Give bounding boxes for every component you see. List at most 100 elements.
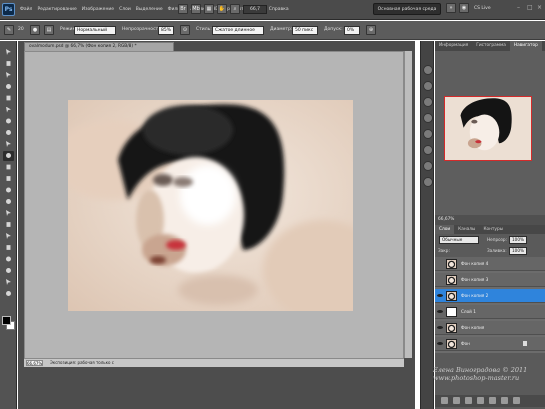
adjustment-layer-icon[interactable] — [477, 397, 484, 404]
layer-opacity-field[interactable]: 100% — [509, 236, 527, 244]
shape-icon[interactable] — [3, 243, 14, 253]
tab-channels[interactable]: Каналы — [454, 225, 479, 234]
layer-name[interactable]: Фон копия 3 — [461, 276, 488, 283]
opacity-field[interactable]: 85% — [158, 26, 174, 35]
pressure-opacity-icon[interactable]: ⊙ — [180, 25, 190, 35]
layer-row[interactable]: Фон копия — [435, 321, 545, 335]
foreground-color-swatch[interactable] — [2, 316, 11, 325]
document-tab[interactable]: ovalmodum.psd @ 66,7% (Фон копия 2, RGB/… — [24, 42, 174, 51]
panel-swatches-icon[interactable] — [423, 145, 433, 155]
maximize-icon[interactable]: □ — [527, 5, 533, 11]
cs-live-label[interactable]: CS Live — [474, 6, 491, 11]
tab-navigator[interactable]: Навигатор — [509, 41, 542, 51]
hand-icon[interactable] — [3, 277, 14, 287]
new-group-icon[interactable] — [489, 397, 496, 404]
crop-icon[interactable] — [3, 93, 14, 103]
hand-icon[interactable]: ✋ — [217, 4, 227, 14]
dodge-icon[interactable] — [3, 197, 14, 207]
layer-visibility-eye-icon[interactable] — [437, 309, 443, 314]
gradient-icon[interactable] — [3, 174, 14, 184]
tab-histogram[interactable]: Гистограмма — [472, 41, 510, 51]
menu-help[interactable]: Справка — [269, 4, 289, 15]
spot-healing-icon[interactable] — [3, 116, 14, 126]
layer-visibility-eye-icon[interactable] — [437, 325, 443, 330]
layer-row[interactable]: Фон копия 4 — [435, 257, 545, 271]
layer-visibility-eye-icon[interactable] — [437, 293, 443, 298]
grid-icon[interactable]: ▦ — [204, 4, 214, 14]
layer-name[interactable]: Фон копия 2 — [461, 292, 488, 299]
move-icon[interactable] — [3, 47, 14, 57]
3d-rotate-icon[interactable] — [3, 254, 14, 264]
workspace-switcher-button[interactable]: Основная рабочая среда — [373, 3, 441, 15]
quick-selection-icon[interactable] — [3, 82, 14, 92]
path-selection-icon[interactable] — [3, 231, 14, 241]
layer-mask-icon[interactable] — [465, 397, 472, 404]
panel-actions-icon[interactable] — [423, 177, 433, 187]
navigator-preview[interactable] — [444, 96, 532, 161]
layer-name[interactable]: Слой 1 — [461, 308, 476, 315]
tab-layers[interactable]: Слои — [435, 225, 455, 234]
brush-panel-icon[interactable]: ▤ — [44, 25, 54, 35]
panel-clone-source-icon[interactable] — [423, 81, 433, 91]
layer-name[interactable]: Фон — [461, 340, 470, 347]
history-brush-icon[interactable] — [3, 150, 14, 161]
area-field[interactable]: 50 пикс — [292, 26, 318, 35]
layer-row[interactable]: Слой 1 — [435, 305, 545, 319]
status-info-text[interactable]: Экспозиция: рабочая только с — [50, 360, 114, 366]
menu-select[interactable]: Выделение — [136, 4, 163, 15]
layer-name[interactable]: Фон копия — [461, 324, 484, 331]
workspace-arrows-icon[interactable]: » — [446, 3, 456, 13]
link-layers-icon[interactable] — [441, 397, 448, 404]
lasso-icon[interactable] — [3, 70, 14, 80]
new-layer-icon[interactable] — [501, 397, 508, 404]
bridge-icon[interactable]: Br — [178, 4, 188, 14]
tab-paths[interactable]: Контуры — [479, 225, 507, 234]
layer-visibility-eye-icon[interactable] — [437, 341, 443, 346]
menu-edit[interactable]: Редактирование — [37, 4, 76, 15]
vertical-scrollbar[interactable] — [404, 51, 412, 358]
brush-picker-icon[interactable]: ● — [30, 25, 40, 35]
tolerance-field[interactable]: 0% — [344, 26, 360, 35]
3d-orbit-icon[interactable] — [3, 266, 14, 276]
marquee-icon[interactable] — [3, 59, 14, 69]
blend-mode-select[interactable]: Обычные — [439, 236, 479, 244]
pen-icon[interactable] — [3, 208, 14, 218]
zoom-icon[interactable] — [3, 289, 14, 299]
type-icon[interactable] — [3, 220, 14, 230]
panel-masks-icon[interactable] — [423, 113, 433, 123]
layer-visibility-eye-icon[interactable] — [437, 277, 443, 282]
layer-visibility-eye-icon[interactable] — [437, 261, 443, 266]
mini-bridge-icon[interactable]: Mb — [191, 4, 201, 14]
fill-field[interactable]: 100% — [509, 247, 527, 255]
menu-image[interactable]: Изображение — [82, 4, 114, 15]
brush-icon[interactable] — [3, 128, 14, 138]
eyedropper-icon[interactable] — [3, 105, 14, 115]
eraser-icon[interactable] — [3, 162, 14, 172]
pressure-size-icon[interactable]: ⊕ — [366, 25, 376, 35]
cs-live-icon[interactable]: ◉ — [459, 3, 469, 13]
zoom-level-field[interactable]: 66,7 — [243, 5, 267, 14]
close-icon[interactable]: × — [537, 5, 543, 11]
panel-brush-icon[interactable] — [423, 65, 433, 75]
blur-icon[interactable] — [3, 185, 14, 195]
style-select[interactable]: Сжатое длинное — [212, 26, 264, 35]
layer-row[interactable]: Фон копия 2 — [435, 289, 545, 303]
panel-styles-icon[interactable] — [423, 129, 433, 139]
minimize-icon[interactable]: – — [517, 5, 523, 11]
layer-name[interactable]: Фон копия 4 — [461, 260, 488, 267]
layer-style-icon[interactable] — [453, 397, 460, 404]
panel-history-icon[interactable] — [423, 161, 433, 171]
zoom-icon[interactable]: ⌕ — [230, 4, 240, 14]
menu-layers[interactable]: Слои — [119, 4, 131, 15]
navigator-zoom-value[interactable]: 66,67% — [438, 217, 454, 223]
layer-row[interactable]: Фон — [435, 337, 545, 351]
tab-info[interactable]: Информация — [435, 41, 472, 51]
mode-select[interactable]: Нормальный — [74, 26, 116, 35]
document-canvas[interactable] — [68, 100, 353, 311]
panel-adjustments-icon[interactable] — [423, 97, 433, 107]
menu-file[interactable]: Файл — [20, 4, 32, 15]
history-brush-preset-icon[interactable]: ✎ — [4, 25, 14, 35]
status-zoom-field[interactable]: 66,67% — [26, 360, 43, 366]
clone-stamp-icon[interactable] — [3, 139, 14, 149]
layer-row[interactable]: Фон копия 3 — [435, 273, 545, 287]
